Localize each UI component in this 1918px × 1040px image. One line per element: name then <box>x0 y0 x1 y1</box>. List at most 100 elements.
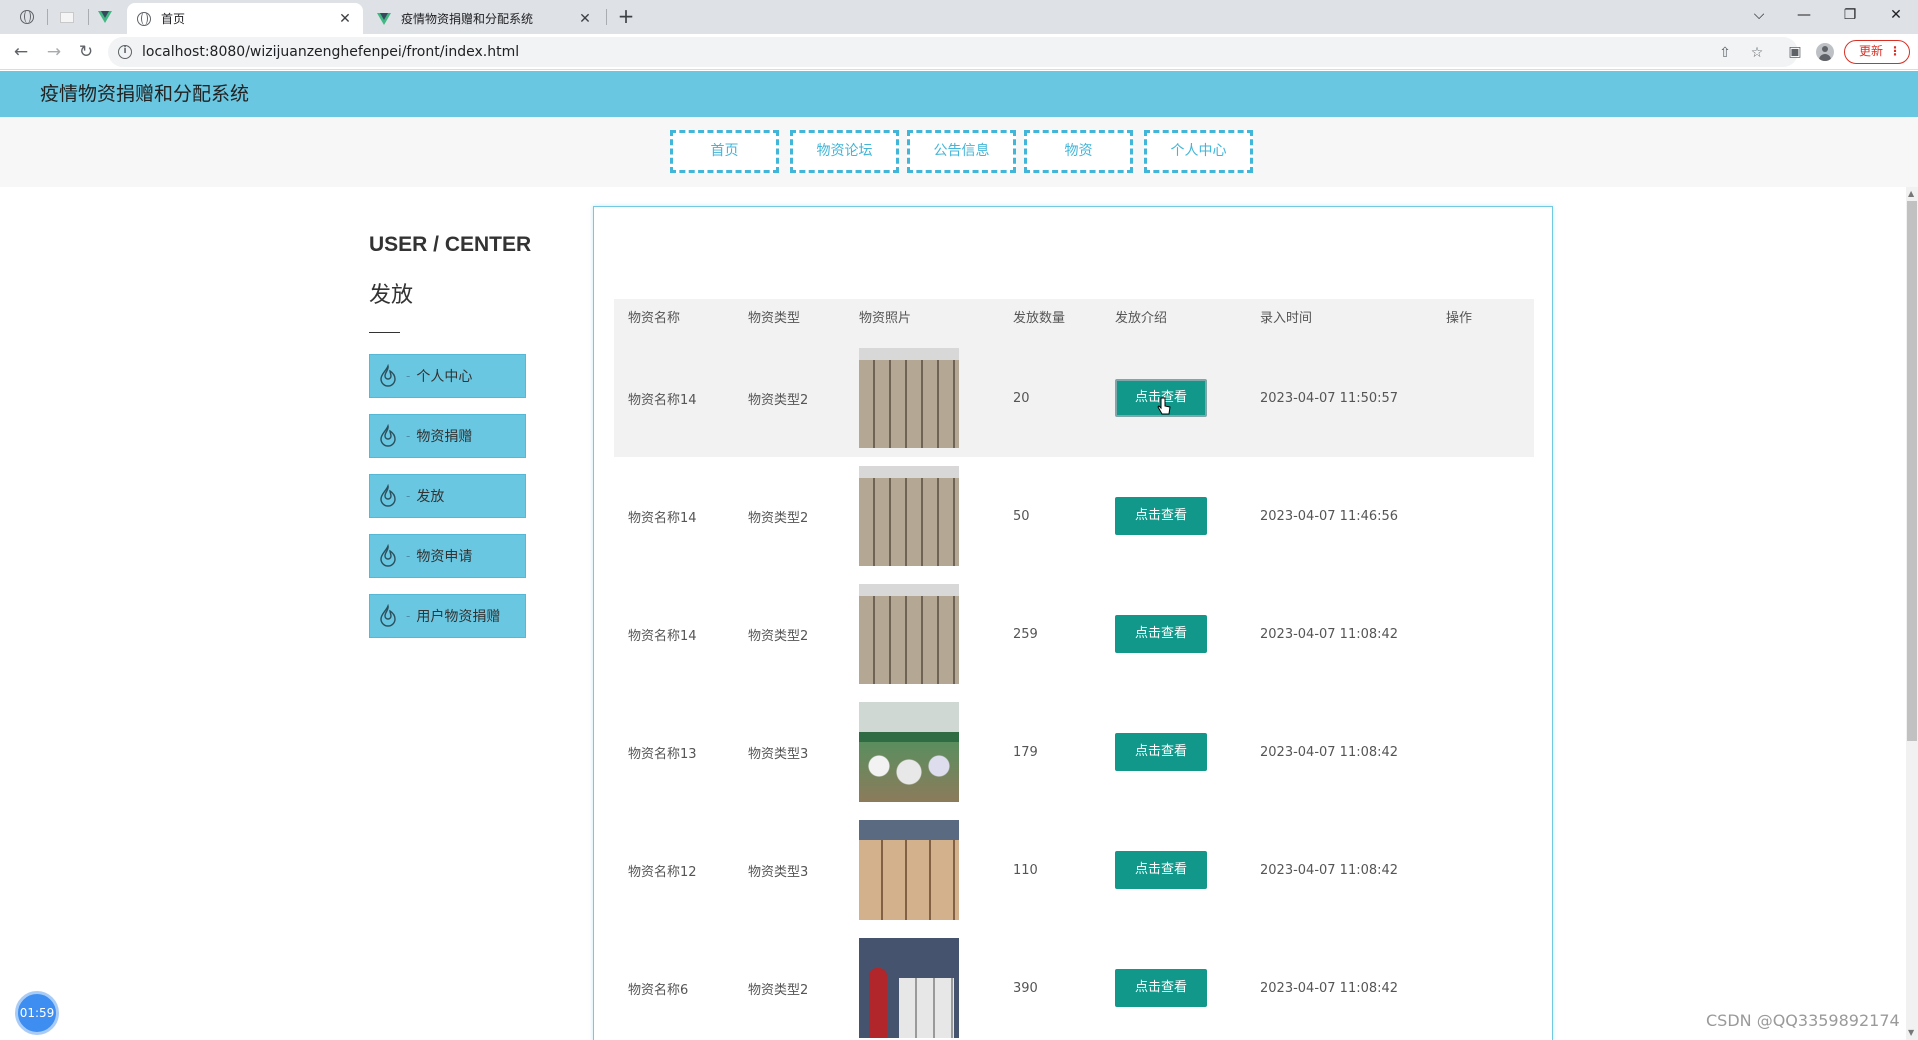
nav-home[interactable]: 首页 <box>670 130 779 173</box>
view-details-button[interactable]: 点击查看 <box>1115 497 1207 535</box>
fire-icon <box>380 424 396 447</box>
sidebar-divider <box>369 332 400 333</box>
cell-quantity: 20 <box>1013 390 1030 406</box>
sidebar-item-label: 物资申请 <box>416 549 473 565</box>
cell-intro: 点击查看 <box>1115 575 1207 693</box>
view-details-button[interactable]: 点击查看 <box>1115 851 1207 889</box>
fire-icon <box>380 544 396 567</box>
sidebar-item-user-center[interactable]: - 个人中心 <box>369 354 526 398</box>
pinned-tab-vue[interactable] <box>88 5 122 29</box>
nav-forum[interactable]: 物资论坛 <box>790 130 899 173</box>
view-details-button[interactable]: 点击查看 <box>1115 733 1207 771</box>
recording-timer: 01:59 <box>15 991 59 1035</box>
cell-photo <box>859 339 959 457</box>
scroll-down-icon[interactable]: ▼ <box>1908 1029 1914 1037</box>
minimize-icon[interactable]: — <box>1790 4 1818 26</box>
fire-icon <box>380 364 396 387</box>
cell-name: 物资名称13 <box>628 746 697 762</box>
cell-intro: 点击查看 <box>1115 811 1207 929</box>
cell-photo <box>859 811 959 929</box>
supply-photo[interactable] <box>859 466 959 566</box>
cell-intro: 点击查看 <box>1115 929 1207 1040</box>
view-details-button[interactable]: 点击查看 <box>1115 615 1207 653</box>
new-tab-button[interactable]: + <box>614 4 638 28</box>
supply-photo[interactable] <box>859 820 959 920</box>
site-title: 疫情物资捐赠和分配系统 <box>40 83 250 105</box>
sidebar-item-user-donation[interactable]: - 用户物资捐赠 <box>369 594 526 638</box>
column-header: 发放介绍 <box>1115 311 1168 326</box>
table-row[interactable]: 物资名称6 物资类型2 390 点击查看 2023-04-07 11:08:42 <box>614 929 1534 1040</box>
vue-icon <box>98 11 112 23</box>
scrollbar-thumb[interactable] <box>1907 201 1917 741</box>
table-row[interactable]: 物资名称14 物资类型2 20 点击查看 2023-04-07 11:50:57 <box>614 339 1534 457</box>
close-icon[interactable]: ✕ <box>337 11 353 27</box>
scroll-up-icon[interactable]: ▲ <box>1908 190 1914 198</box>
column-header: 录入时间 <box>1260 311 1313 326</box>
table-row[interactable]: 物资名称12 物资类型3 110 点击查看 2023-04-07 11:08:4… <box>614 811 1534 929</box>
cell-name: 物资名称14 <box>628 392 697 408</box>
tab-separator <box>47 9 48 25</box>
address-bar[interactable]: i localhost:8080/wizijuanzenghefenpei/fr… <box>108 37 1798 67</box>
cell-intro: 点击查看 <box>1115 339 1207 457</box>
pinned-tab-globe[interactable] <box>10 5 44 29</box>
window-close-icon[interactable]: ✕ <box>1882 4 1910 26</box>
profile-avatar-icon[interactable] <box>1816 43 1834 61</box>
supply-photo[interactable] <box>859 702 959 802</box>
nav-user-center[interactable]: 个人中心 <box>1144 130 1253 173</box>
sidebar-item-distribution[interactable]: - 发放 <box>369 474 526 518</box>
page-scrollbar[interactable]: ▲ ▼ <box>1906 187 1918 1040</box>
kebab-menu-icon: ⋮ <box>1889 44 1901 58</box>
fire-icon <box>380 604 396 627</box>
tab-search-icon[interactable]: ⌵ <box>1745 4 1773 26</box>
info-icon[interactable]: i <box>118 45 132 59</box>
dash-separator: - <box>406 489 411 503</box>
update-button[interactable]: 更新 ⋮ <box>1844 40 1910 64</box>
sidebar-item-label: 个人中心 <box>416 369 473 385</box>
supply-photo[interactable] <box>859 348 959 448</box>
update-label: 更新 <box>1859 44 1884 58</box>
sidebar-item-label: 物资捐赠 <box>416 429 473 445</box>
cell-type: 物资类型2 <box>748 392 809 408</box>
supply-photo[interactable] <box>859 584 959 684</box>
table-row[interactable]: 物资名称14 物资类型2 259 点击查看 2023-04-07 11:08:4… <box>614 575 1534 693</box>
sidebar-title: USER / CENTER <box>369 233 532 256</box>
view-details-button[interactable]: 点击查看 <box>1115 969 1207 1007</box>
cell-type: 物资类型3 <box>748 864 809 880</box>
main-nav: 首页 物资论坛 公告信息 物资 个人中心 <box>0 117 1918 187</box>
share-icon[interactable]: ⇧ <box>1717 45 1733 61</box>
url-text[interactable]: localhost:8080/wizijuanzenghefenpei/fron… <box>142 37 519 67</box>
reload-icon[interactable]: ↻ <box>74 40 98 64</box>
supply-photo[interactable] <box>859 938 959 1038</box>
sidebar-subtitle: 发放 <box>369 283 414 308</box>
cell-name: 物资名称14 <box>628 510 697 526</box>
column-header: 操作 <box>1446 311 1473 326</box>
cell-photo <box>859 575 959 693</box>
distribution-panel: 物资名称 物资类型 物资照片 发放数量 发放介绍 录入时间 操作 物资名称14 … <box>593 206 1553 1040</box>
browser-toolbar: ← → ↻ i localhost:8080/wizijuanzenghefen… <box>0 34 1918 70</box>
sidebar-item-donation[interactable]: - 物资捐赠 <box>369 414 526 458</box>
column-header: 物资照片 <box>859 311 912 326</box>
tab-system[interactable]: 疫情物资捐赠和分配系统 ✕ <box>367 3 603 34</box>
bookmark-star-icon[interactable]: ☆ <box>1749 45 1765 61</box>
cell-time: 2023-04-07 11:08:42 <box>1260 980 1399 996</box>
cell-type: 物资类型3 <box>748 746 809 762</box>
table-row[interactable]: 物资名称14 物资类型2 50 点击查看 2023-04-07 11:46:56 <box>614 457 1534 575</box>
cell-type: 物资类型2 <box>748 982 809 998</box>
cell-photo <box>859 693 959 811</box>
nav-announcements[interactable]: 公告信息 <box>907 130 1016 173</box>
cell-quantity: 50 <box>1013 508 1030 524</box>
sidebar-item-application[interactable]: - 物资申请 <box>369 534 526 578</box>
cell-name: 物资名称14 <box>628 628 697 644</box>
pinned-tab-blank[interactable] <box>50 5 84 29</box>
table-row[interactable]: 物资名称13 物资类型3 179 点击查看 2023-04-07 11:08:4… <box>614 693 1534 811</box>
view-details-button[interactable]: 点击查看 <box>1115 379 1207 417</box>
side-panel-icon[interactable]: ▣ <box>1786 43 1804 61</box>
nav-supplies[interactable]: 物资 <box>1024 130 1133 173</box>
restore-icon[interactable]: ❐ <box>1836 4 1864 26</box>
page-viewport: 疫情物资捐赠和分配系统 首页 物资论坛 公告信息 物资 个人中心 USER / … <box>0 71 1918 1040</box>
close-icon[interactable]: ✕ <box>577 11 593 27</box>
tab-home[interactable]: 首页 ✕ <box>127 3 363 34</box>
forward-arrow-icon[interactable]: → <box>42 40 66 64</box>
sidebar-item-label: 用户物资捐赠 <box>416 609 501 625</box>
back-arrow-icon[interactable]: ← <box>9 40 33 64</box>
